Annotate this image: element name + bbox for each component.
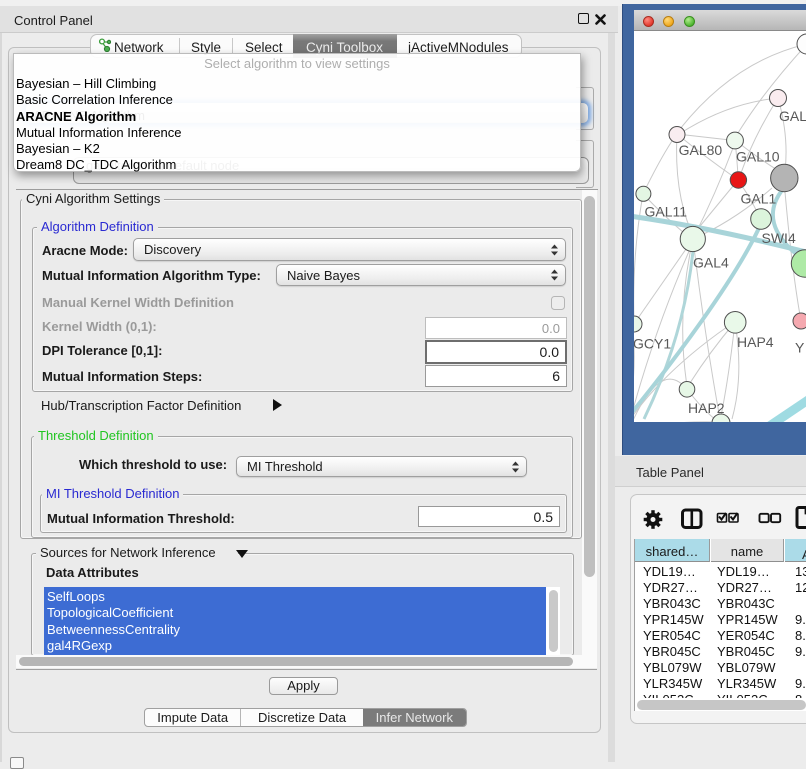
svg-text:GAL7: GAL7 xyxy=(779,108,806,124)
svg-text:GAL80: GAL80 xyxy=(679,142,723,158)
svg-text:GAL10: GAL10 xyxy=(736,149,780,165)
svg-text:GAL4: GAL4 xyxy=(693,255,729,271)
svg-text:SWI4: SWI4 xyxy=(762,230,796,246)
svg-text:GAL1: GAL1 xyxy=(741,191,777,207)
svg-text:GCY1: GCY1 xyxy=(634,336,671,352)
svg-text:GAL11: GAL11 xyxy=(645,204,688,220)
svg-text:HAP4: HAP4 xyxy=(737,334,774,350)
svg-text:Y: Y xyxy=(795,340,805,356)
svg-text:HAP2: HAP2 xyxy=(688,400,725,416)
